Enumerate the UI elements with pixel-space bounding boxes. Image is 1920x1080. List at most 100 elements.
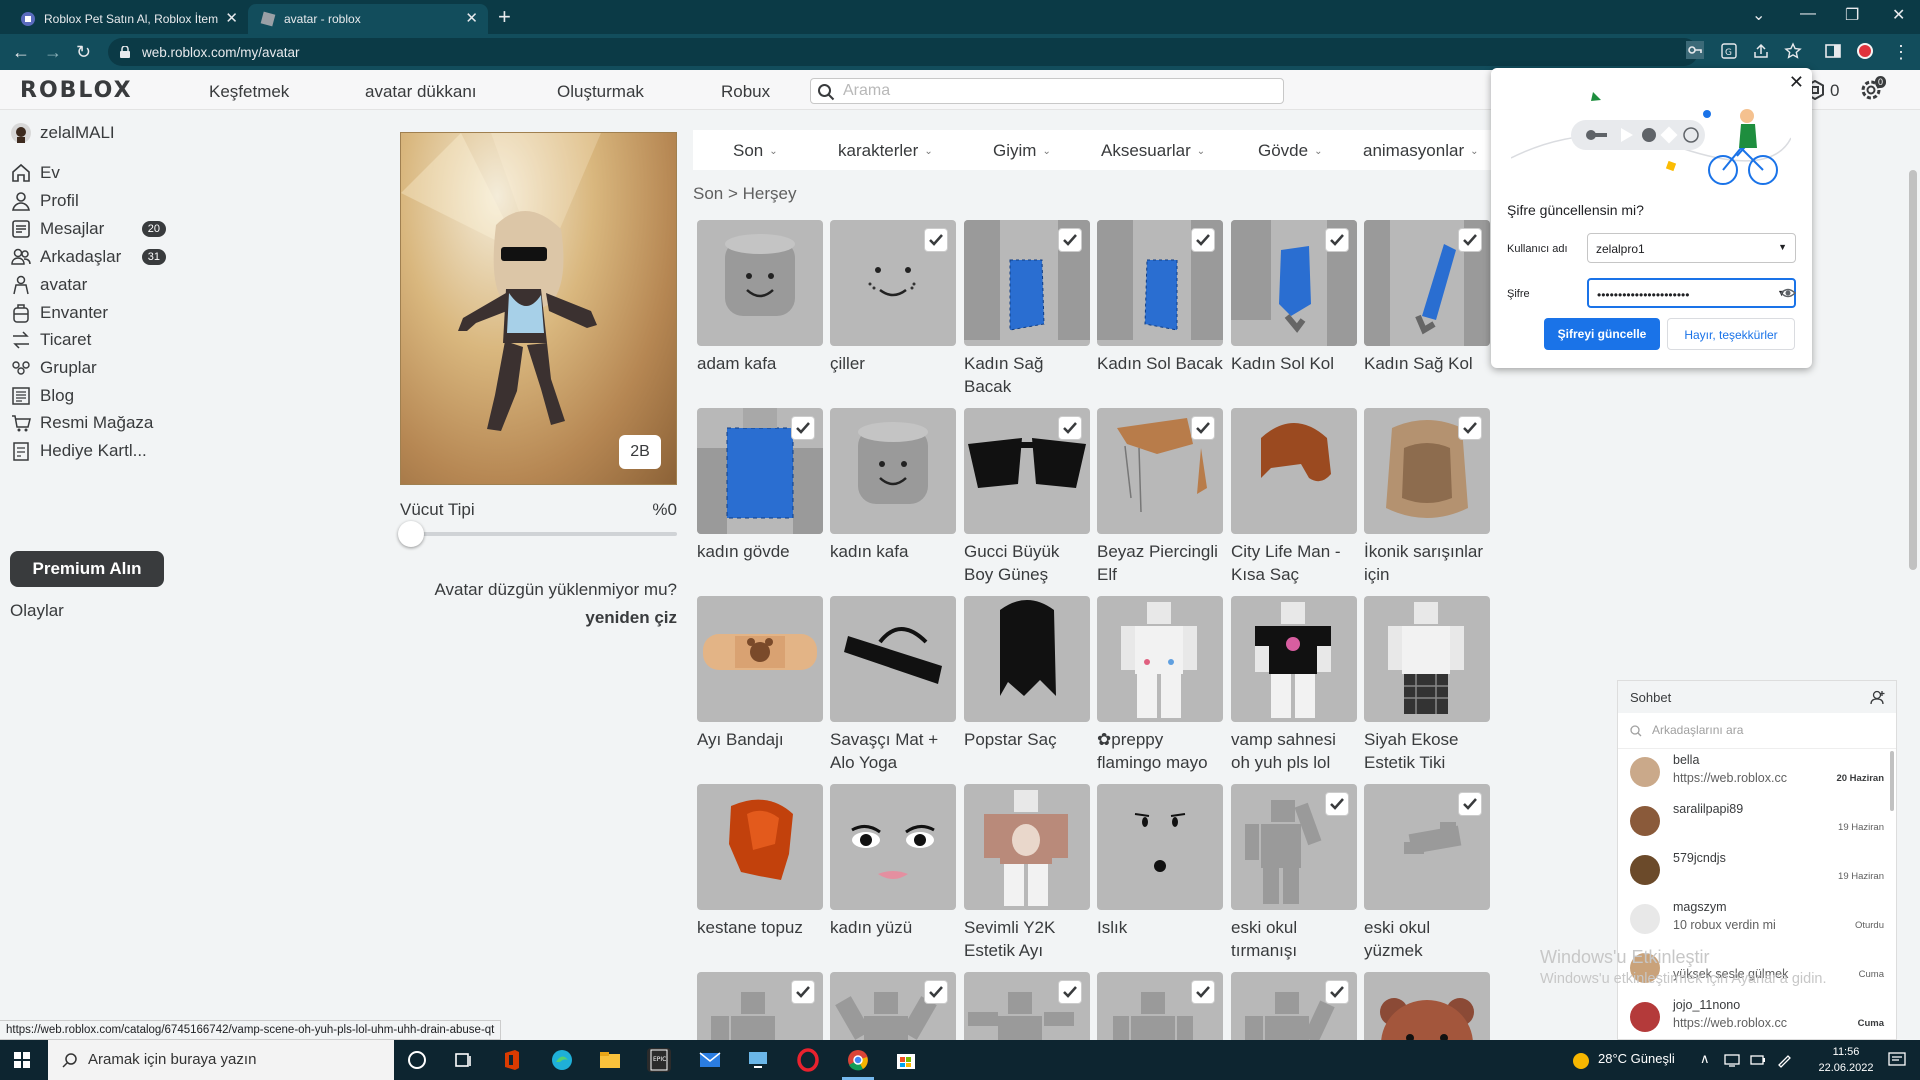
sidebar-item-messages[interactable]: Mesajlar 20 [10, 216, 176, 242]
back-icon[interactable]: ← [12, 42, 30, 62]
item-equipped-checkmark-icon[interactable] [1058, 980, 1082, 1004]
avatar-item-card[interactable]: Kadın Sağ Kol [1364, 220, 1490, 375]
item-thumbnail[interactable] [830, 408, 956, 534]
item-thumbnail[interactable] [1097, 784, 1223, 910]
item-thumbnail[interactable] [1097, 596, 1223, 722]
browser-tab-avatar[interactable]: avatar - roblox ✕ [248, 4, 488, 34]
item-name[interactable]: Ayı Bandajı [697, 728, 823, 751]
close-icon[interactable]: ✕ [1789, 72, 1804, 93]
search-input[interactable]: Arama [810, 78, 1284, 104]
avatar-item-card[interactable]: Islık [1097, 784, 1223, 939]
sidebar-username[interactable]: zelalMALI [10, 120, 176, 146]
close-tab-icon[interactable]: ✕ [225, 11, 238, 27]
item-thumbnail[interactable] [1097, 408, 1223, 534]
tab-accessories[interactable]: Aksesuarlar ⌄ [1101, 141, 1205, 161]
tab-search-icon[interactable]: ⌄ [1752, 5, 1765, 25]
avatar-item-card[interactable]: Siyah Ekose Estetik Tiki [1364, 596, 1490, 774]
avatar-item-card[interactable]: eski okul yüzmek [1364, 784, 1490, 962]
breadcrumb-root[interactable]: Son [693, 184, 723, 203]
item-name[interactable]: Sevimli Y2K Estetik Ayı [964, 916, 1090, 962]
tray-chevron-icon[interactable]: ∧ [1700, 1051, 1710, 1067]
chat-scrollbar[interactable] [1890, 751, 1894, 811]
item-name[interactable]: Gucci Büyük Boy Güneş [964, 540, 1090, 586]
ms-store-icon[interactable] [894, 1048, 918, 1072]
item-thumbnail[interactable] [1231, 596, 1357, 722]
item-name[interactable]: İkonik sarışınlar için [1364, 540, 1490, 586]
avatar-item-card[interactable]: Kadın Sağ Bacak [964, 220, 1090, 398]
item-name[interactable]: adam kafa [697, 352, 823, 375]
item-name[interactable]: kestane topuz [697, 916, 823, 939]
avatar-item-card[interactable]: Ayı Bandajı [697, 596, 823, 751]
address-bar[interactable]: web.roblox.com/my/avatar [108, 38, 1698, 66]
chrome-icon[interactable] [846, 1048, 870, 1072]
reload-icon[interactable]: ↻ [76, 42, 91, 62]
sidebar-item-avatar[interactable]: avatar [10, 272, 176, 298]
system-clock[interactable]: 11:56 22.06.2022 [1810, 1044, 1882, 1076]
avatar-item-card[interactable]: kestane topuz [697, 784, 823, 939]
item-equipped-checkmark-icon[interactable] [791, 416, 815, 440]
new-tab-icon[interactable]: + [498, 5, 511, 29]
opera-icon[interactable] [796, 1048, 820, 1072]
avatar-item-card[interactable]: Kadın Sol Bacak [1097, 220, 1223, 375]
item-thumbnail[interactable] [964, 220, 1090, 346]
key-icon[interactable] [1686, 41, 1704, 59]
item-equipped-checkmark-icon[interactable] [1458, 228, 1482, 252]
item-equipped-checkmark-icon[interactable] [1191, 416, 1215, 440]
pc-icon[interactable] [746, 1048, 770, 1072]
item-thumbnail[interactable] [1364, 408, 1490, 534]
chat-conversation-row[interactable]: jojo_11nono https://web.roblox.cc Cuma [1618, 994, 1888, 1043]
item-thumbnail[interactable] [697, 408, 823, 534]
item-equipped-checkmark-icon[interactable] [1325, 792, 1349, 816]
get-premium-button[interactable]: Premium Alın [10, 551, 164, 587]
chat-search-input[interactable]: Arkadaşlarını ara [1618, 713, 1896, 749]
nav-discover[interactable]: Keşfetmek [209, 82, 289, 102]
item-name[interactable]: kadın yüzü [830, 916, 956, 939]
item-equipped-checkmark-icon[interactable] [1191, 980, 1215, 1004]
sidebar-item-blog[interactable]: Blog [10, 383, 176, 409]
chat-conversation-row[interactable]: 579jcndjs 19 Haziran [1618, 847, 1888, 896]
tab-clothing[interactable]: Giyim ⌄ [993, 141, 1051, 161]
restore-icon[interactable]: ❐ [1845, 5, 1859, 25]
update-password-button[interactable]: Şifreyi güncelle [1544, 318, 1660, 350]
avatar-item-card[interactable]: Gucci Büyük Boy Güneş [964, 408, 1090, 586]
sidebar-item-home[interactable]: Ev [10, 160, 176, 186]
sidebar-item-events[interactable]: Olaylar [10, 598, 176, 624]
item-thumbnail[interactable] [1364, 220, 1490, 346]
item-name[interactable]: eski okul yüzmek [1364, 916, 1490, 962]
item-name[interactable]: Kadın Sağ Bacak [964, 352, 1090, 398]
chat-conversation-row[interactable]: bella https://web.roblox.cc 20 Haziran [1618, 749, 1888, 798]
body-type-slider[interactable] [398, 521, 677, 547]
item-equipped-checkmark-icon[interactable] [924, 980, 948, 1004]
bookmark-star-icon[interactable] [1784, 42, 1802, 60]
item-name[interactable]: City Life Man - Kısa Saç [1231, 540, 1357, 586]
item-name[interactable]: çiller [830, 352, 956, 375]
sidebar-item-trade[interactable]: Ticaret [10, 327, 176, 353]
item-thumbnail[interactable] [830, 596, 956, 722]
item-equipped-checkmark-icon[interactable] [1325, 228, 1349, 252]
item-name[interactable]: Beyaz Piercingli Elf [1097, 540, 1223, 586]
roblox-logo[interactable]: ROBLOX [20, 78, 133, 103]
browser-tab-roblox-pet[interactable]: Roblox Pet Satın Al, Roblox İtem ✕ [8, 4, 248, 34]
avatar-item-card[interactable]: İkonik sarışınlar için [1364, 408, 1490, 586]
avatar-item-card[interactable]: ✿preppy flamingo mayo [1097, 596, 1223, 774]
item-equipped-checkmark-icon[interactable] [791, 980, 815, 1004]
tab-body[interactable]: Gövde ⌄ [1258, 141, 1322, 161]
avatar-item-card[interactable]: Kadın Sol Kol [1231, 220, 1357, 375]
item-equipped-checkmark-icon[interactable] [924, 228, 948, 252]
item-thumbnail[interactable] [1097, 220, 1223, 346]
nav-create[interactable]: Oluşturmak [557, 82, 644, 102]
item-name[interactable]: Savaşçı Mat + Alo Yoga [830, 728, 956, 774]
weather-text[interactable]: 28°C Güneşli [1598, 1051, 1675, 1066]
sidebar-toggle-icon[interactable] [1824, 42, 1842, 60]
sidebar-item-friends[interactable]: Arkadaşlar 31 [10, 244, 176, 270]
pen-icon[interactable] [1776, 1052, 1792, 1068]
windows-start-icon[interactable] [14, 1052, 30, 1068]
item-thumbnail[interactable] [1364, 596, 1490, 722]
slider-knob[interactable] [398, 521, 424, 547]
item-name[interactable]: Kadın Sağ Kol [1364, 352, 1490, 375]
task-view-icon[interactable] [452, 1048, 476, 1072]
cortana-icon[interactable] [405, 1048, 429, 1072]
file-explorer-icon[interactable] [598, 1048, 622, 1072]
item-thumbnail[interactable] [697, 596, 823, 722]
avatar-item-card[interactable]: Sevimli Y2K Estetik Ayı [964, 784, 1090, 962]
